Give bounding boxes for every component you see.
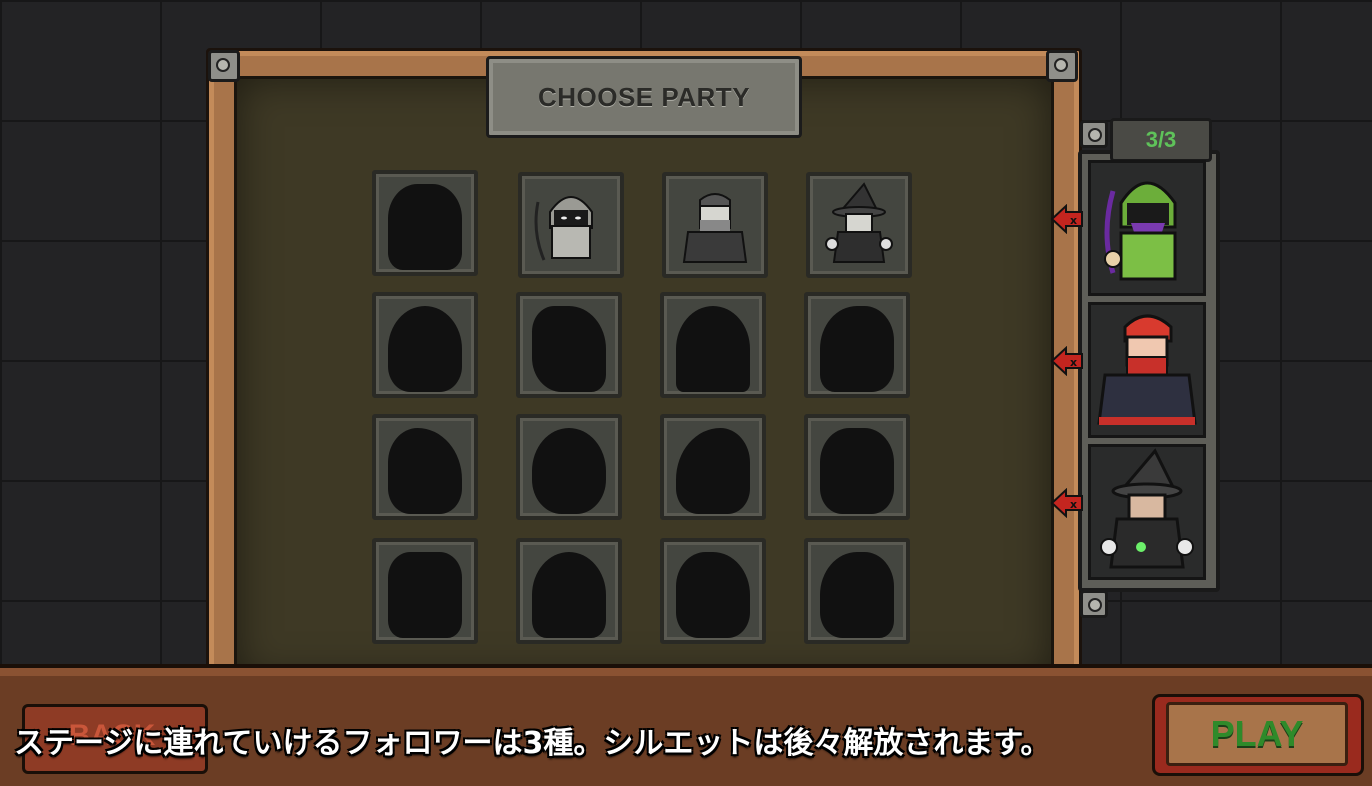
locked-silhouette-icon [388, 184, 462, 270]
roster-slot-locked [660, 538, 766, 644]
bolt-icon [208, 50, 240, 82]
party-member-bearded-brawler[interactable] [1088, 302, 1206, 438]
roster-slot-locked [372, 538, 478, 644]
svg-text:x: x [1070, 498, 1077, 511]
locked-silhouette-icon [676, 428, 750, 514]
locked-silhouette-icon [676, 552, 750, 638]
locked-silhouette-icon [532, 552, 606, 638]
subtitle-caption: ステージに連れていけるフォロワーは3種。シルエットは後々解放されます。 [14, 726, 1051, 761]
roster-board [234, 76, 1054, 682]
bearded-brawler-icon [1097, 314, 1197, 425]
roster-slot-archer-hood[interactable] [518, 172, 624, 278]
roster-slot-locked [804, 538, 910, 644]
roster-slot-locked [516, 292, 622, 398]
archer-hood-icon [534, 196, 593, 261]
bearded-brawler-icon [682, 193, 748, 263]
roster-slot-locked [660, 414, 766, 520]
remove-member-icon[interactable]: x [1050, 346, 1084, 376]
roster-slot-locked [804, 292, 910, 398]
roster-slot-locked [372, 292, 478, 398]
roster-slot-locked [372, 170, 478, 276]
locked-silhouette-icon [532, 428, 606, 514]
roster-slot-locked [516, 538, 622, 644]
play-button-label: PLAY [1166, 702, 1348, 766]
bolt-icon [1080, 120, 1108, 148]
page-title: CHOOSE PARTY [537, 81, 751, 112]
remove-member-icon[interactable]: x [1050, 204, 1084, 234]
locked-silhouette-icon [388, 306, 462, 392]
party-member-archer-hood[interactable] [1088, 160, 1206, 296]
locked-silhouette-icon [388, 552, 462, 638]
bolt-icon [1080, 590, 1108, 618]
wizard-icon [1100, 448, 1194, 569]
roster-slot-locked [804, 414, 910, 520]
locked-silhouette-icon [388, 428, 462, 514]
party-member-wizard[interactable] [1088, 444, 1206, 580]
bolt-icon [1046, 50, 1078, 82]
party-count: 3/3 [1110, 118, 1212, 162]
remove-member-icon[interactable]: x [1050, 488, 1084, 518]
wizard-icon [825, 182, 893, 263]
roster-slot-locked [660, 292, 766, 398]
roster-slot-locked [372, 414, 478, 520]
locked-silhouette-icon [676, 306, 750, 392]
svg-text:x: x [1070, 214, 1077, 227]
locked-silhouette-icon [820, 428, 894, 514]
svg-text:x: x [1070, 356, 1077, 369]
roster-slot-locked [516, 414, 622, 520]
locked-silhouette-icon [532, 306, 606, 392]
roster-slot-bearded-brawler[interactable] [662, 172, 768, 278]
locked-silhouette-icon [820, 552, 894, 638]
archer-hood-icon [1104, 181, 1177, 281]
locked-silhouette-icon [820, 306, 894, 392]
roster-slot-wizard[interactable] [806, 172, 912, 278]
